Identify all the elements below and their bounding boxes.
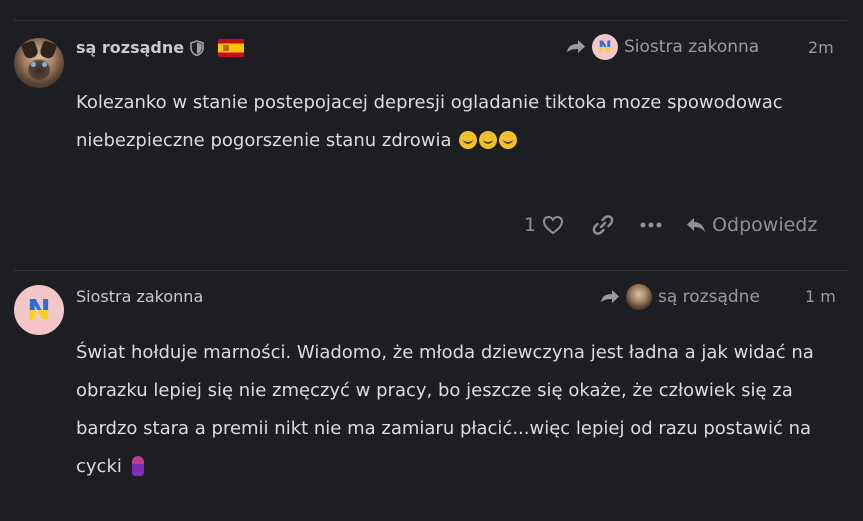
spain-flag-icon xyxy=(218,38,245,57)
shield-icon xyxy=(190,39,204,56)
link-icon xyxy=(592,215,614,235)
reply-button[interactable]: Odpowiedz xyxy=(686,214,817,236)
reply-to-name[interactable]: są rozsądne xyxy=(658,287,760,307)
reply-to-avatar: N xyxy=(592,34,618,60)
post-date[interactable]: 1 m xyxy=(805,287,836,306)
author-name[interactable]: Siostra zakonna xyxy=(76,287,203,306)
reply-to-link[interactable]: N Siostra zakonna xyxy=(566,34,759,60)
reply-arrow-icon xyxy=(601,290,619,303)
share-link-button[interactable] xyxy=(592,214,614,236)
post-body-text: Kolezanko w stanie postepojacej depresji… xyxy=(76,92,783,151)
reply-icon xyxy=(687,218,706,232)
author-name-label[interactable]: są rozsądne xyxy=(76,38,184,57)
reply-button-label[interactable]: Odpowiedz xyxy=(712,214,817,236)
reply-to-name[interactable]: Siostra zakonna xyxy=(624,37,759,57)
post-body-text: Świat hołduje marności. Wiadomo, że młod… xyxy=(76,342,814,477)
author-avatar[interactable]: N xyxy=(14,285,64,335)
author-name-label[interactable]: Siostra zakonna xyxy=(76,287,203,306)
reply-to-avatar xyxy=(626,284,652,310)
cat-grin-emoji xyxy=(479,131,498,149)
post-divider xyxy=(14,270,847,271)
post-body: Kolezanko w stanie postepojacej depresji… xyxy=(76,84,846,160)
topic-thread: są rozsądne N Siostra zakonna 2m Kolezan… xyxy=(0,0,863,521)
more-options-button[interactable] xyxy=(640,221,662,229)
post-body: Świat hołduje marności. Wiadomo, że młod… xyxy=(76,334,846,486)
reply-arrow-icon xyxy=(567,40,585,53)
like-button[interactable]: 1 xyxy=(524,214,564,236)
post-divider xyxy=(14,20,847,21)
author-avatar[interactable] xyxy=(14,38,64,88)
post-actions: 1 Odpowiedz xyxy=(524,214,817,236)
heart-icon xyxy=(543,215,564,235)
ellipsis-icon xyxy=(640,222,662,228)
author-name[interactable]: są rozsądne xyxy=(76,38,245,57)
cat-grin-emoji xyxy=(499,131,518,149)
cat-grin-emoji xyxy=(459,131,478,149)
reply-to-link[interactable]: są rozsądne xyxy=(600,284,760,310)
like-count: 1 xyxy=(524,214,537,236)
doll-emoji xyxy=(131,456,144,476)
post-date[interactable]: 2m xyxy=(808,38,834,57)
